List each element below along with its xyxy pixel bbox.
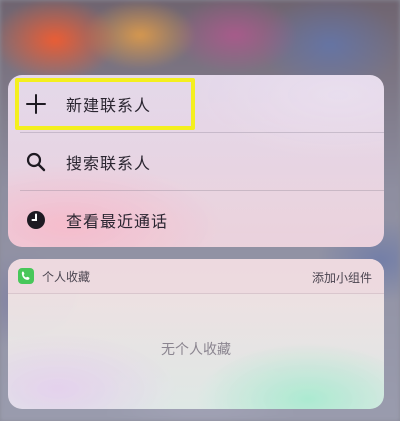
recent-calls-action[interactable]: 查看最近通话 <box>8 191 384 247</box>
search-icon <box>24 150 48 174</box>
clock-icon <box>24 208 48 232</box>
favorites-widget: 个人收藏 添加小组件 无个人收藏 <box>8 259 384 409</box>
search-contacts-action[interactable]: 搜索联系人 <box>8 133 384 190</box>
highlight-box <box>15 78 195 130</box>
search-contacts-label: 搜索联系人 <box>66 153 152 173</box>
add-widget-button[interactable]: 添加小组件 <box>312 269 372 286</box>
widget-title: 个人收藏 <box>42 269 91 284</box>
recent-calls-label: 查看最近通话 <box>66 211 169 231</box>
phone-icon <box>18 268 34 284</box>
widget-empty-text: 无个人收藏 <box>161 342 231 358</box>
widget-header: 个人收藏 添加小组件 <box>8 259 384 294</box>
